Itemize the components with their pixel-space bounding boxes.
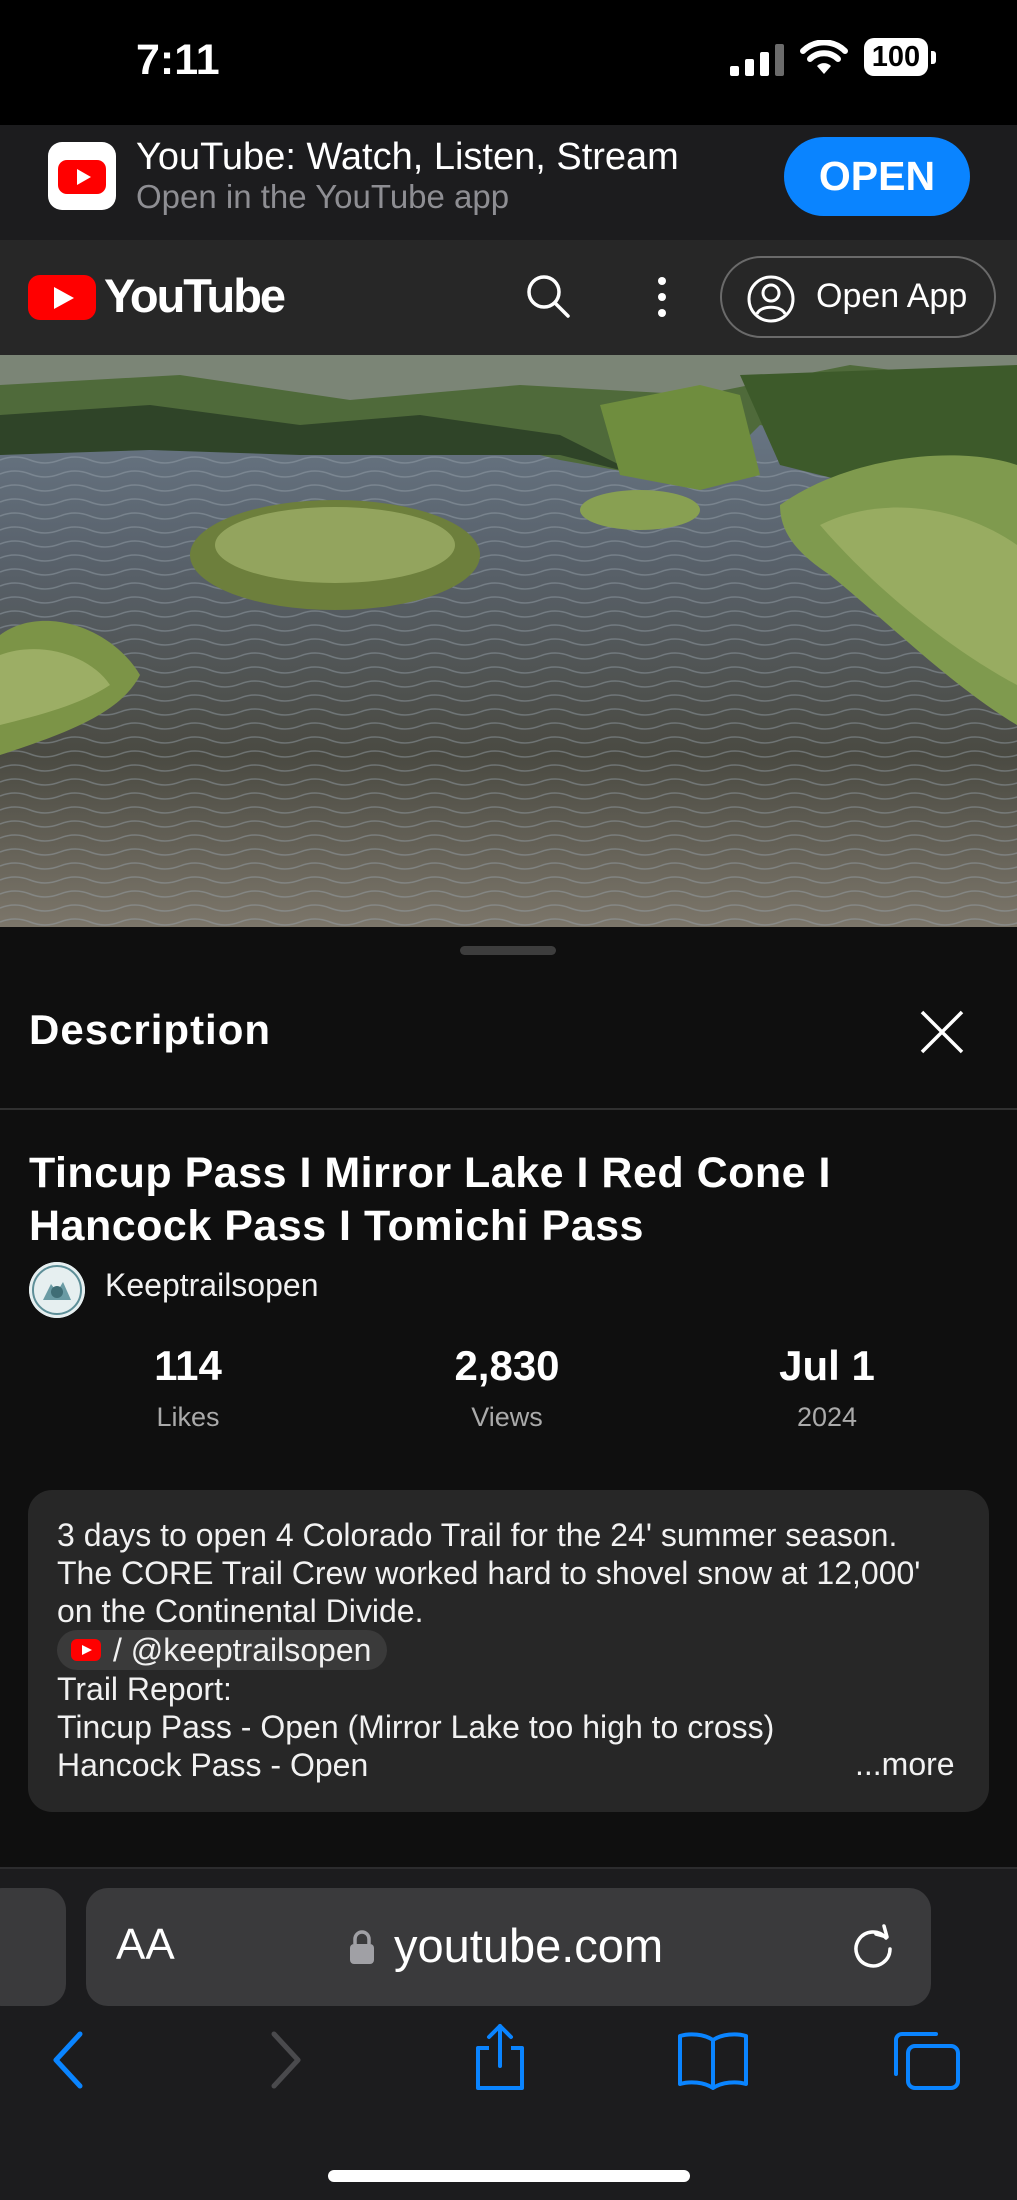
- toolbar-divider: [0, 1867, 1017, 1869]
- more-vert-icon[interactable]: [650, 275, 674, 319]
- likes-count: 114: [154, 1342, 222, 1389]
- search-icon[interactable]: [524, 272, 572, 320]
- description-line: Hancock Pass - Open: [57, 1747, 369, 1783]
- banner-title: YouTube: Watch, Listen, Stream: [136, 136, 679, 178]
- previous-tab-preview[interactable]: [0, 1888, 66, 2006]
- bookmarks-icon[interactable]: [676, 2030, 750, 2090]
- channel-handle-link[interactable]: / @keeptrailsopen: [57, 1630, 388, 1670]
- youtube-wordmark[interactable]: YouTube: [104, 268, 286, 323]
- views-label: Views: [471, 1402, 543, 1432]
- panel-heading: Description: [29, 1006, 272, 1053]
- handle-text: / @keeptrailsopen: [113, 1632, 372, 1668]
- description-text: 3 days to open 4 Colorado Trail for the …: [57, 1516, 957, 1784]
- channel-avatar[interactable]: [29, 1262, 85, 1318]
- back-icon[interactable]: [50, 2030, 86, 2090]
- youtube-logo-icon[interactable]: [28, 275, 96, 320]
- publish-year: 2024: [796, 1402, 858, 1432]
- description-line: The CORE Trail Crew worked hard to shove…: [57, 1555, 921, 1591]
- aa-label: AA: [116, 1920, 175, 1969]
- video-title: Tincup Pass I Mirror Lake I Red Cone I H…: [29, 1149, 831, 1250]
- battery-indicator: 100: [864, 38, 936, 78]
- open-app-label: Open App: [816, 277, 968, 315]
- forward-icon[interactable]: [268, 2030, 304, 2090]
- url-text[interactable]: youtube.com: [394, 1918, 663, 1973]
- account-icon: [747, 275, 795, 323]
- share-icon[interactable]: [470, 2022, 530, 2092]
- home-indicator[interactable]: [328, 2170, 690, 2182]
- likes-label: Likes: [156, 1402, 220, 1432]
- description-line: Tincup Pass - Open (Mirror Lake too high…: [57, 1709, 775, 1745]
- status-time: 7:11: [136, 36, 220, 84]
- publish-date-stat: Jul 1 2024: [727, 1342, 927, 1433]
- tabs-icon[interactable]: [892, 2030, 962, 2092]
- channel-name[interactable]: Keeptrailsopen: [105, 1267, 318, 1304]
- likes-stat: 114 Likes: [88, 1342, 288, 1433]
- more-link[interactable]: ...more: [855, 1746, 955, 1783]
- battery-level: 100: [864, 38, 928, 76]
- close-icon[interactable]: [916, 1006, 968, 1058]
- views-count: 2,830: [454, 1342, 560, 1389]
- youtube-app-icon[interactable]: [48, 142, 116, 210]
- divider: [0, 1108, 1017, 1110]
- description-line: on the Continental Divide.: [57, 1593, 424, 1629]
- video-player[interactable]: [0, 355, 1017, 927]
- sheet-grabber[interactable]: [460, 946, 556, 955]
- publish-date: Jul 1: [779, 1342, 875, 1389]
- open-app-store-button[interactable]: OPEN: [784, 137, 970, 216]
- youtube-mini-icon: [71, 1639, 101, 1661]
- cellular-signal-icon: [730, 44, 784, 76]
- description-line: Trail Report:: [57, 1671, 232, 1707]
- page-settings-button[interactable]: AA: [116, 1920, 175, 1970]
- reload-icon[interactable]: [848, 1922, 898, 1972]
- wifi-icon: [800, 40, 848, 74]
- banner-subtitle: Open in the YouTube app: [136, 178, 510, 215]
- description-line: 3 days to open 4 Colorado Trail for the …: [57, 1517, 898, 1553]
- open-app-button[interactable]: Open App: [720, 256, 996, 338]
- views-stat: 2,830 Views: [407, 1342, 607, 1433]
- lock-icon: [350, 1930, 374, 1964]
